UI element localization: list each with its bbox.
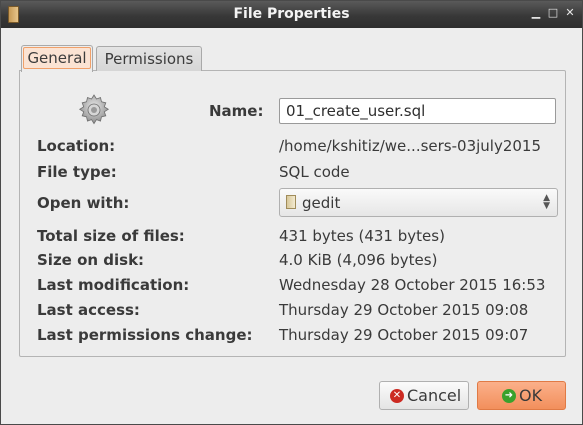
last-modification-value: Wednesday 28 October 2015 16:53 bbox=[279, 276, 546, 294]
ok-icon: ➜ bbox=[502, 389, 516, 403]
last-modification-label: Last modification: bbox=[37, 276, 190, 294]
location-label: Location: bbox=[37, 137, 116, 155]
name-label: Name: bbox=[209, 102, 264, 120]
text-file-icon bbox=[286, 195, 296, 209]
tab-general-label: General bbox=[23, 47, 91, 69]
cancel-icon: ✕ bbox=[390, 389, 404, 403]
size-on-disk-label: Size on disk: bbox=[37, 251, 145, 269]
last-permissions-change-value: Thursday 29 October 2015 09:07 bbox=[279, 326, 529, 344]
gear-icon bbox=[78, 94, 110, 125]
total-size-value: 431 bytes (431 bytes) bbox=[279, 227, 445, 245]
open-with-combo[interactable]: gedit ▲ ▼ bbox=[279, 188, 558, 217]
minimize-icon[interactable]: ▁ bbox=[530, 7, 542, 19]
last-access-label: Last access: bbox=[37, 301, 140, 319]
last-access-value: Thursday 29 October 2015 09:08 bbox=[279, 301, 529, 319]
file-properties-dialog: File Properties ▁ □ ✕ General Permission… bbox=[0, 0, 583, 425]
ok-button[interactable]: ➜ OK bbox=[477, 381, 566, 410]
open-with-label: Open with: bbox=[37, 194, 130, 212]
cancel-button-label: Cancel bbox=[407, 386, 462, 405]
size-on-disk-value: 4.0 KiB (4,096 bytes) bbox=[279, 251, 438, 269]
ok-button-label: OK bbox=[519, 386, 543, 405]
open-with-value: gedit bbox=[302, 194, 341, 212]
file-type-value: SQL code bbox=[279, 163, 350, 181]
close-icon[interactable]: ✕ bbox=[564, 7, 576, 19]
last-permissions-change-label: Last permissions change: bbox=[37, 326, 253, 344]
location-value: /home/kshitiz/we...sers-03july2015 bbox=[279, 137, 542, 155]
cancel-button[interactable]: ✕ Cancel bbox=[379, 381, 469, 410]
total-size-label: Total size of files: bbox=[37, 227, 185, 245]
name-input[interactable] bbox=[279, 98, 556, 124]
file-type-label: File type: bbox=[37, 163, 117, 181]
tab-permissions[interactable]: Permissions bbox=[96, 46, 202, 71]
combo-arrows-icon: ▲ ▼ bbox=[543, 193, 550, 211]
title-bar[interactable]: File Properties ▁ □ ✕ bbox=[1, 1, 582, 28]
maximize-icon[interactable]: □ bbox=[547, 7, 559, 19]
tab-general[interactable]: General bbox=[21, 45, 93, 72]
tab-permissions-label: Permissions bbox=[104, 50, 194, 68]
window-title: File Properties bbox=[233, 6, 350, 22]
